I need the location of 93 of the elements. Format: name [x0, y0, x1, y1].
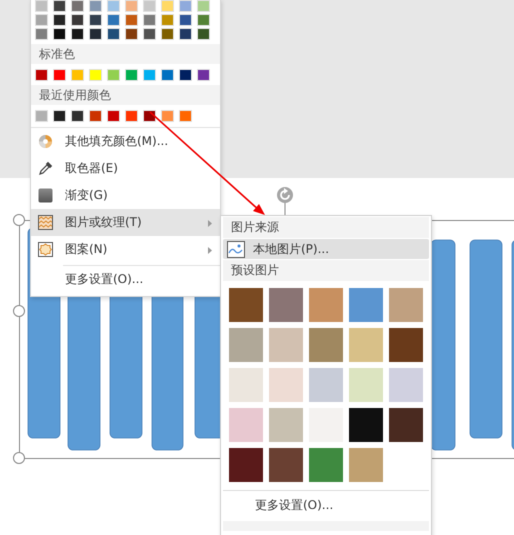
palette-icon [38, 134, 53, 149]
texture-swatch[interactable] [269, 448, 303, 482]
color-swatch[interactable] [53, 69, 66, 81]
color-swatch[interactable] [89, 110, 102, 122]
texture-swatch[interactable] [349, 288, 383, 322]
texture-swatch[interactable] [389, 328, 423, 362]
color-swatch[interactable] [197, 69, 210, 81]
texture-swatch[interactable] [309, 288, 343, 322]
color-swatch[interactable] [89, 14, 102, 26]
color-swatch[interactable] [197, 0, 210, 12]
color-swatch[interactable] [197, 14, 210, 26]
section-title: 图片来源 [223, 217, 429, 238]
eyedropper-icon [38, 161, 53, 176]
color-swatch[interactable] [161, 14, 174, 26]
resize-handle[interactable] [13, 452, 25, 464]
resize-handle[interactable] [13, 214, 25, 226]
color-swatch[interactable] [179, 14, 192, 26]
color-swatch[interactable] [143, 110, 156, 122]
color-swatch[interactable] [161, 110, 174, 122]
texture-swatch[interactable] [309, 448, 343, 482]
texture-swatch[interactable] [269, 288, 303, 322]
color-swatch[interactable] [125, 0, 138, 12]
color-swatch[interactable] [143, 28, 156, 40]
color-swatch[interactable] [107, 0, 120, 12]
color-swatch[interactable] [125, 69, 138, 81]
color-swatch[interactable] [161, 0, 174, 12]
texture-swatch[interactable] [389, 408, 423, 442]
color-swatch[interactable] [125, 14, 138, 26]
color-swatch[interactable] [161, 28, 174, 40]
texture-swatch[interactable] [309, 328, 343, 362]
color-swatch[interactable] [179, 110, 192, 122]
menu-item[interactable]: 渐变(G) [31, 182, 220, 209]
menu-item[interactable]: 图案(N) [31, 236, 220, 263]
color-swatch[interactable] [71, 14, 84, 26]
color-swatch[interactable] [107, 28, 120, 40]
color-swatch[interactable] [35, 28, 48, 40]
texture-swatch[interactable] [349, 328, 383, 362]
color-swatch[interactable] [161, 69, 174, 81]
pattern-icon [38, 242, 53, 257]
texture-swatch[interactable] [229, 328, 263, 362]
texture-swatch[interactable] [269, 368, 303, 402]
menu-item[interactable]: 取色器(E) [31, 155, 220, 182]
color-swatch[interactable] [35, 69, 48, 81]
resize-handle[interactable] [13, 305, 25, 317]
menu-item[interactable]: 图片或纹理(T) [31, 209, 220, 236]
gradient-icon [38, 188, 53, 203]
color-swatch[interactable] [179, 28, 192, 40]
picture-icon [227, 240, 245, 258]
color-swatch[interactable] [35, 14, 48, 26]
section-title: 标准色 [31, 44, 220, 64]
color-swatch[interactable] [53, 0, 66, 12]
section-title: 预设图片 [223, 260, 429, 281]
texture-swatch[interactable] [229, 448, 263, 482]
texture-swatch[interactable] [229, 408, 263, 442]
color-swatch[interactable] [125, 110, 138, 122]
color-swatch[interactable] [197, 28, 210, 40]
color-swatch[interactable] [35, 110, 48, 122]
texture-swatch[interactable] [349, 368, 383, 402]
color-swatch[interactable] [35, 0, 48, 12]
color-swatch[interactable] [71, 0, 84, 12]
texture-swatch[interactable] [309, 368, 343, 402]
section-title: 最近使用颜色 [31, 85, 220, 105]
color-swatch[interactable] [89, 0, 102, 12]
texture-swatch[interactable] [269, 328, 303, 362]
color-swatch[interactable] [125, 28, 138, 40]
menu-item[interactable]: 本地图片(P)... [223, 239, 429, 259]
texture-swatch[interactable] [269, 408, 303, 442]
texture-swatch[interactable] [349, 448, 383, 482]
texture-swatch[interactable] [229, 288, 263, 322]
color-swatch[interactable] [143, 69, 156, 81]
color-swatch[interactable] [107, 14, 120, 26]
texture-swatch[interactable] [349, 408, 383, 442]
color-swatch[interactable] [107, 110, 120, 122]
texture-swatch[interactable] [229, 368, 263, 402]
color-swatch[interactable] [71, 28, 84, 40]
color-swatch[interactable] [53, 110, 66, 122]
texture-swatch[interactable] [389, 288, 423, 322]
menu-item[interactable]: 其他填充颜色(M)... [31, 128, 220, 155]
color-swatch[interactable] [89, 28, 102, 40]
menu-item[interactable]: 更多设置(O)... [223, 491, 429, 519]
color-swatch[interactable] [179, 69, 192, 81]
color-swatch[interactable] [71, 110, 84, 122]
color-swatch[interactable] [107, 69, 120, 81]
color-swatch[interactable] [179, 0, 192, 12]
color-swatch[interactable] [53, 28, 66, 40]
menu-item[interactable]: 更多设置(O)... [31, 266, 220, 293]
texture-swatch[interactable] [389, 368, 423, 402]
texture-icon [38, 215, 53, 230]
color-swatch[interactable] [89, 69, 102, 81]
color-swatch[interactable] [71, 69, 84, 81]
color-swatch[interactable] [143, 0, 156, 12]
color-swatch[interactable] [53, 14, 66, 26]
color-swatch[interactable] [143, 14, 156, 26]
